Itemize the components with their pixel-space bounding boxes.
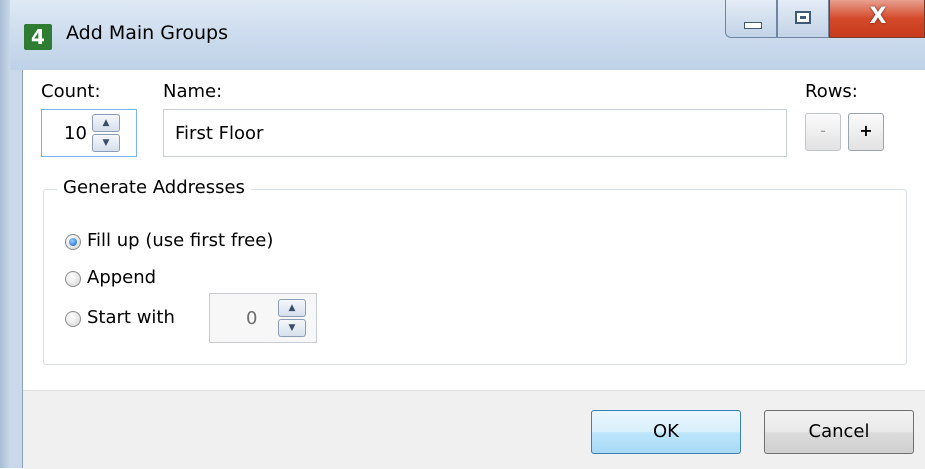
start-with-spinner: ▲ ▼: [278, 299, 306, 337]
app-logo-icon: 4: [24, 24, 52, 50]
close-button[interactable]: X: [829, 0, 925, 38]
radio-fill-up-label[interactable]: Fill up (use first free): [87, 230, 273, 251]
radio-append-label[interactable]: Append: [87, 267, 156, 288]
name-value[interactable]: First Floor: [175, 123, 263, 144]
start-increment-button[interactable]: ▲: [278, 299, 306, 317]
minimize-button[interactable]: [725, 0, 777, 38]
dialog-window: 4 Add Main Groups X Count: Name: Rows: 1…: [0, 0, 925, 469]
dialog-content: Count: Name: Rows: 10 ▲ ▼ First Floor - …: [22, 70, 925, 469]
minimize-icon: [744, 22, 762, 29]
count-label: Count:: [41, 81, 101, 102]
count-decrement-button[interactable]: ▼: [92, 134, 120, 152]
name-label: Name:: [163, 81, 223, 102]
start-with-value[interactable]: 0: [246, 308, 257, 329]
radio-button[interactable]: [65, 311, 81, 327]
count-stepper[interactable]: 10 ▲ ▼: [41, 109, 137, 157]
maximize-icon: [795, 11, 811, 24]
start-with-stepper[interactable]: 0 ▲ ▼: [209, 293, 317, 343]
window-frame-edge: [0, 0, 10, 468]
cancel-button[interactable]: Cancel: [764, 410, 914, 454]
title-bar[interactable]: 4 Add Main Groups X: [10, 0, 925, 70]
start-decrement-button[interactable]: ▼: [278, 319, 306, 337]
count-value[interactable]: 10: [64, 123, 87, 144]
window-title: Add Main Groups: [66, 22, 228, 44]
radio-button-checked[interactable]: [65, 234, 81, 250]
count-spinner: ▲ ▼: [92, 114, 120, 152]
rows-label: Rows:: [805, 81, 858, 102]
remove-row-button[interactable]: -: [805, 113, 841, 151]
caption-buttons: X: [725, 0, 925, 42]
radio-button[interactable]: [65, 271, 81, 287]
count-increment-button[interactable]: ▲: [92, 114, 120, 132]
close-icon: X: [869, 4, 887, 29]
add-row-button[interactable]: +: [848, 113, 884, 151]
spin-up-icon: ▲: [288, 303, 296, 313]
spin-down-icon: ▼: [288, 323, 296, 333]
spin-up-icon: ▲: [102, 118, 110, 128]
maximize-button[interactable]: [777, 0, 829, 38]
generate-addresses-legend: Generate Addresses: [57, 177, 251, 198]
ok-button[interactable]: OK: [591, 410, 741, 454]
generate-addresses-group: [43, 189, 907, 365]
radio-start-with-label[interactable]: Start with: [87, 307, 175, 328]
spin-down-icon: ▼: [102, 138, 110, 148]
name-input[interactable]: First Floor: [163, 109, 787, 157]
